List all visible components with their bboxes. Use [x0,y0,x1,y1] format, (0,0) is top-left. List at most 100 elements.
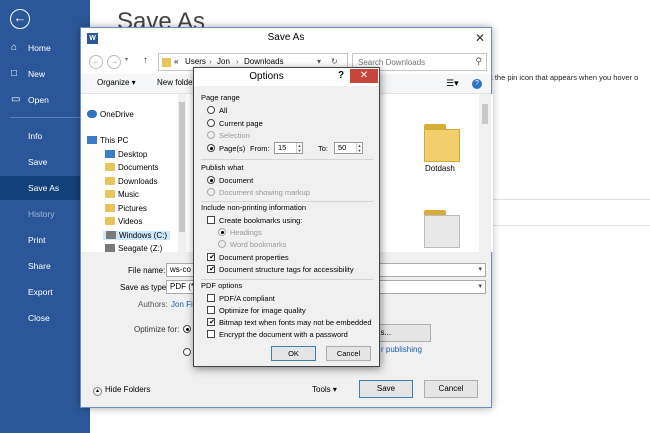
cancel-button[interactable]: Cancel [326,346,371,361]
to-spinner[interactable]: 50 ▲ ▼ [334,142,363,154]
spinner-arrows-icon[interactable]: ▲ ▼ [356,143,362,153]
nav-save-as[interactable]: Save As [0,176,90,200]
tree-item-documents[interactable]: Documents [105,163,158,172]
save-type-label: Save as type: [120,283,169,292]
nav-save[interactable]: Save [0,150,90,174]
scrollbar-thumb[interactable] [179,102,185,232]
optimize-minimum-radio[interactable] [183,348,191,356]
breadcrumb-users[interactable]: Users [185,57,206,66]
close-icon: ✕ [359,70,369,81]
nav-new[interactable]: □ New [0,62,90,86]
path-overflow[interactable]: « [174,57,178,66]
scrollbar-thumb[interactable] [482,104,488,124]
publishing-link[interactable]: r publishing [381,345,422,354]
tree-item-seagate-z[interactable]: Seagate (Z:) [105,244,162,253]
tree-item-music[interactable]: Music [105,190,139,199]
range-selection-radio[interactable] [207,131,215,139]
nav-share[interactable]: Share [0,254,90,278]
tools-menu[interactable]: Tools ▾ [312,385,337,394]
tree-item-onedrive[interactable]: OneDrive [87,110,134,119]
properties-checkbox[interactable] [207,253,216,261]
view-options-icon[interactable]: ☰▾ [446,78,459,89]
new-folder-button[interactable]: New folder [157,78,195,87]
tree-item-pictures[interactable]: Pictures [105,204,147,213]
encrypt-checkbox[interactable] [207,330,215,338]
word-bookmarks-radio[interactable] [218,240,226,248]
help-button[interactable]: ? [338,70,344,81]
options-titlebar: Options ? ✕ [194,68,379,86]
chevron-down-icon[interactable]: ▾ [478,281,482,293]
bookmarks-checkbox[interactable] [207,216,215,224]
from-spinner[interactable]: 15 ▲ ▼ [274,142,303,154]
divider [485,199,650,200]
save-button[interactable]: Save [359,380,413,398]
chevron-down-icon: ▾ [332,385,337,394]
authors-value[interactable]: Jon Fi [171,300,193,309]
recent-locations-icon[interactable]: ▾ [125,56,128,63]
pdfa-label: PDF/A compliant [219,294,275,303]
home-icon: ⌂ [11,42,18,53]
nav-history[interactable]: History [0,202,90,226]
desktop-icon [105,150,115,158]
tree-item-this-pc[interactable]: This PC [87,136,128,145]
range-all-radio[interactable] [207,106,215,114]
hide-folders-button[interactable]: ▴ Hide Folders [93,385,150,396]
back-arrow-icon[interactable]: ← [10,9,30,29]
organize-button[interactable]: Organize ▾ [97,78,136,87]
refresh-icon[interactable]: ↻ [331,57,338,66]
publish-document-radio[interactable] [207,176,215,184]
computer-icon [87,136,97,144]
nav-scrollbar[interactable] [178,94,186,252]
forward-icon[interactable]: → [107,55,121,69]
music-folder-icon [105,190,115,198]
pdfa-checkbox[interactable] [207,294,215,302]
headings-radio[interactable] [218,228,226,236]
nav-info[interactable]: Info [0,124,90,148]
file-name-dotdash[interactable]: Dotdash [425,164,455,173]
range-pages-radio[interactable] [207,144,215,152]
tree-item-desktop[interactable]: Desktop [105,150,147,159]
dialog-titlebar: W Save As ✕ [81,28,491,50]
cloud-icon [87,110,97,118]
folder-icon[interactable] [424,124,460,162]
tree-item-windows-c[interactable]: Windows (C:) [103,231,171,240]
pictures-folder-icon [105,204,115,212]
close-button[interactable]: ✕ [350,69,378,83]
section-divider [201,279,373,280]
bitmap-text-checkbox[interactable] [207,318,216,326]
dropdown-icon[interactable]: ▾ [317,57,321,66]
up-arrow-icon[interactable]: ↑ [143,55,148,66]
range-selection-label: Selection [219,131,250,140]
open-folder-icon: ▭ [11,94,21,105]
breadcrumb-downloads[interactable]: Downloads [244,57,284,66]
range-current-radio[interactable] [207,119,215,127]
nav-home[interactable]: ⌂ Home [0,36,90,60]
chevron-down-icon[interactable]: ▾ [478,264,482,276]
tags-checkbox[interactable] [207,265,216,273]
breadcrumb-jon[interactable]: Jon [217,57,230,66]
nav-export[interactable]: Export [0,280,90,304]
ok-button[interactable]: OK [271,346,316,361]
optimize-standard-radio[interactable] [183,325,191,333]
breadcrumb-separator-icon: › [209,57,212,66]
file-scrollbar[interactable] [479,94,491,252]
nav-open[interactable]: ▭ Open [0,88,90,112]
back-icon[interactable]: ← [89,55,103,69]
folder-icon[interactable] [424,210,460,248]
publish-document-label: Document [219,176,254,185]
spinner-arrows-icon[interactable]: ▲ ▼ [296,143,302,153]
optimize-image-checkbox[interactable] [207,306,215,314]
dialog-title: Save As [267,32,305,43]
cancel-button[interactable]: Cancel [424,380,478,398]
publish-markup-radio[interactable] [207,188,215,196]
close-icon[interactable]: ✕ [475,31,485,45]
tree-item-downloads[interactable]: Downloads [105,177,158,186]
range-all-label: All [219,106,228,115]
breadcrumb-separator-icon: › [236,57,239,66]
tree-item-videos[interactable]: Videos [105,217,142,226]
search-icon[interactable]: ⚲ [475,56,482,67]
nav-close[interactable]: Close [0,306,90,330]
nav-print[interactable]: Print [0,228,90,252]
help-icon[interactable]: ? [472,79,482,89]
options-button[interactable]: ns... [371,324,431,342]
